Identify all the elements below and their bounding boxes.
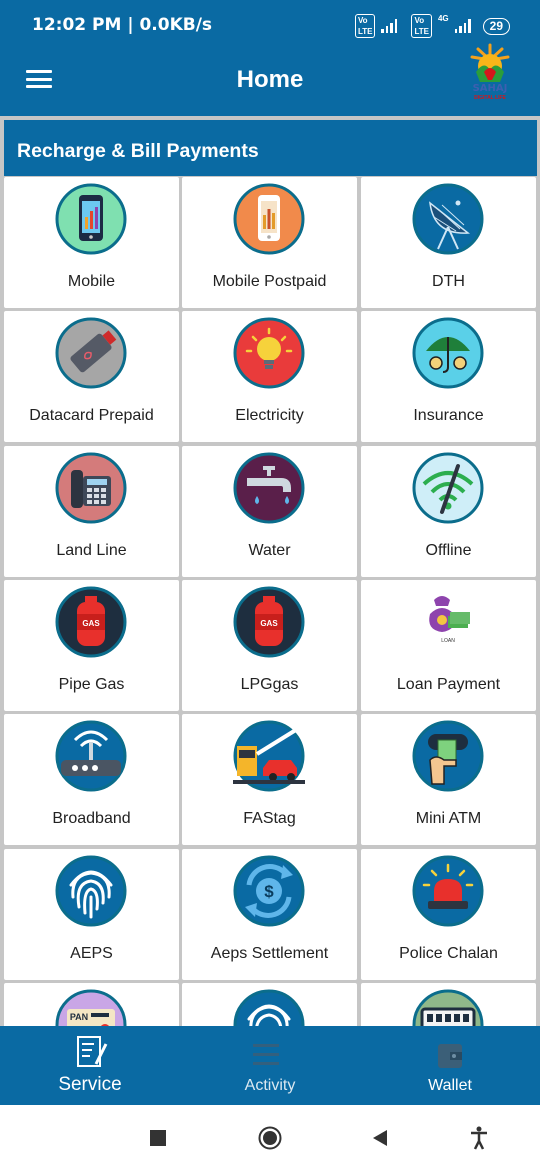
- nav-service[interactable]: Service: [0, 1026, 180, 1105]
- service-label: Mobile Postpaid: [212, 273, 327, 290]
- bottom-nav: Service Activity Wallet: [0, 1026, 540, 1105]
- service-tile-mobile-postpaid[interactable]: Mobile Postpaid: [182, 177, 357, 308]
- service-tile-loan-payment[interactable]: LOAN Loan Payment: [361, 580, 536, 711]
- gas-label: GAS: [260, 619, 278, 628]
- service-tile-fingerprint[interactable]: [182, 983, 357, 1026]
- service-tile-broadband[interactable]: Broadband: [4, 714, 179, 845]
- accessibility-icon[interactable]: [469, 1126, 489, 1150]
- dollar-cycle-icon: $: [233, 855, 305, 927]
- app-bar: Home SAHAJ DIGITAL LIFE: [0, 43, 540, 116]
- section-title: Recharge & Bill Payments: [4, 120, 537, 176]
- logo-text: SAHAJ: [472, 83, 508, 94]
- status-bar: 12:02 PM | 0.0KB/s Vo LTE Vo LTE 4G 29: [0, 0, 540, 50]
- service-tile-pan-card[interactable]: PAN: [4, 983, 179, 1026]
- service-label: Pipe Gas: [58, 676, 125, 693]
- gas-cylinder-icon: GAS: [55, 586, 127, 658]
- service-label: Mini ATM: [415, 810, 482, 827]
- service-tile-water[interactable]: Water: [182, 446, 357, 577]
- pan-card-icon: PAN: [55, 989, 127, 1026]
- status-icons: Vo LTE Vo LTE 4G 29: [354, 14, 510, 38]
- home-icon[interactable]: [258, 1126, 282, 1150]
- fingerprint-icon: [233, 989, 305, 1026]
- service-tile-mini-atm[interactable]: Mini ATM: [361, 714, 536, 845]
- loan-text: LOAN: [441, 638, 455, 644]
- service-tile-aeps[interactable]: AEPS: [4, 849, 179, 980]
- service-label: Insurance: [413, 407, 484, 424]
- gas-cylinder-icon: GAS: [233, 586, 305, 658]
- service-label: Aeps Settlement: [210, 945, 329, 962]
- service-tile-police-chalan[interactable]: Police Chalan: [361, 849, 536, 980]
- service-tile-landline[interactable]: Land Line: [4, 446, 179, 577]
- bus-icon: [412, 989, 484, 1026]
- service-label: LPGgas: [240, 676, 299, 693]
- back-icon[interactable]: [371, 1129, 389, 1147]
- service-tile-pipe-gas[interactable]: GAS Pipe Gas: [4, 580, 179, 711]
- datacard-icon: [55, 317, 127, 389]
- bulb-icon: [233, 317, 305, 389]
- service-tile-dth[interactable]: DTH: [361, 177, 536, 308]
- mobile-icon: [55, 183, 127, 255]
- recents-icon[interactable]: [150, 1130, 166, 1146]
- service-tile-mobile[interactable]: Mobile: [4, 177, 179, 308]
- gas-label: GAS: [82, 619, 100, 628]
- services-panel: Recharge & Bill Payments Mobile Mobile P…: [0, 116, 540, 1026]
- service-doc-icon: [77, 1036, 108, 1067]
- service-tile-aeps-settlement[interactable]: $ Aeps Settlement: [182, 849, 357, 980]
- wallet-icon: [438, 1044, 462, 1068]
- signal-icon: [381, 19, 398, 33]
- router-icon: [55, 720, 127, 792]
- svg-text:$: $: [264, 882, 274, 901]
- sahaj-logo: SAHAJ DIGITAL LIFE: [462, 42, 518, 106]
- service-label: Police Chalan: [399, 945, 498, 962]
- service-label: Offline: [425, 542, 472, 559]
- wifi-off-icon: [412, 452, 484, 524]
- service-label: Loan Payment: [396, 676, 501, 693]
- service-tile-insurance[interactable]: Insurance: [361, 311, 536, 442]
- status-time: 12:02 PM | 0.0KB/s: [32, 15, 213, 35]
- volte-icon: Vo LTE: [411, 14, 432, 38]
- mobile-postpaid-icon: [233, 183, 305, 255]
- service-label: Mobile: [67, 273, 116, 290]
- volte-icon: Vo LTE: [354, 14, 376, 38]
- service-tile-bus[interactable]: [361, 983, 536, 1026]
- nav-label: Activity: [244, 1077, 296, 1094]
- system-nav-bar: [0, 1105, 540, 1170]
- nav-label: Wallet: [428, 1077, 472, 1094]
- nav-activity[interactable]: Activity: [180, 1026, 360, 1105]
- service-tile-offline[interactable]: Offline: [361, 446, 536, 577]
- service-label: Electricity: [235, 407, 304, 424]
- service-tile-lpggas[interactable]: GAS LPGgas: [182, 580, 357, 711]
- umbrella-icon: [412, 317, 484, 389]
- fingerprint-icon: [55, 855, 127, 927]
- nav-label: Service: [58, 1074, 122, 1095]
- toll-gate-icon: [233, 720, 305, 792]
- service-label: Datacard Prepaid: [29, 407, 154, 424]
- dth-dish-icon: [412, 183, 484, 255]
- service-tile-datacard[interactable]: Datacard Prepaid: [4, 311, 179, 442]
- activity-list-icon: [253, 1044, 279, 1065]
- logo-subtext: DIGITAL LIFE: [474, 95, 506, 101]
- service-tile-electricity[interactable]: Electricity: [182, 311, 357, 442]
- loan-icon: LOAN: [414, 588, 482, 656]
- service-label: AEPS: [70, 945, 113, 962]
- nav-wallet[interactable]: Wallet: [360, 1026, 540, 1105]
- atm-hand-icon: [412, 720, 484, 792]
- siren-icon: [412, 855, 484, 927]
- pan-text: PAN: [70, 1012, 88, 1022]
- service-tile-fastag[interactable]: FAStag: [182, 714, 357, 845]
- network-type: 4G: [437, 14, 449, 23]
- service-label: DTH: [432, 273, 465, 290]
- service-label: Water: [248, 542, 291, 559]
- water-tap-icon: [233, 452, 305, 524]
- signal-icon: [454, 19, 471, 33]
- battery-icon: 29: [482, 17, 510, 35]
- landline-phone-icon: [55, 452, 127, 524]
- page-title: Home: [236, 66, 304, 93]
- service-label: Land Line: [56, 542, 127, 559]
- service-label: FAStag: [243, 810, 296, 827]
- service-label: Broadband: [52, 810, 131, 827]
